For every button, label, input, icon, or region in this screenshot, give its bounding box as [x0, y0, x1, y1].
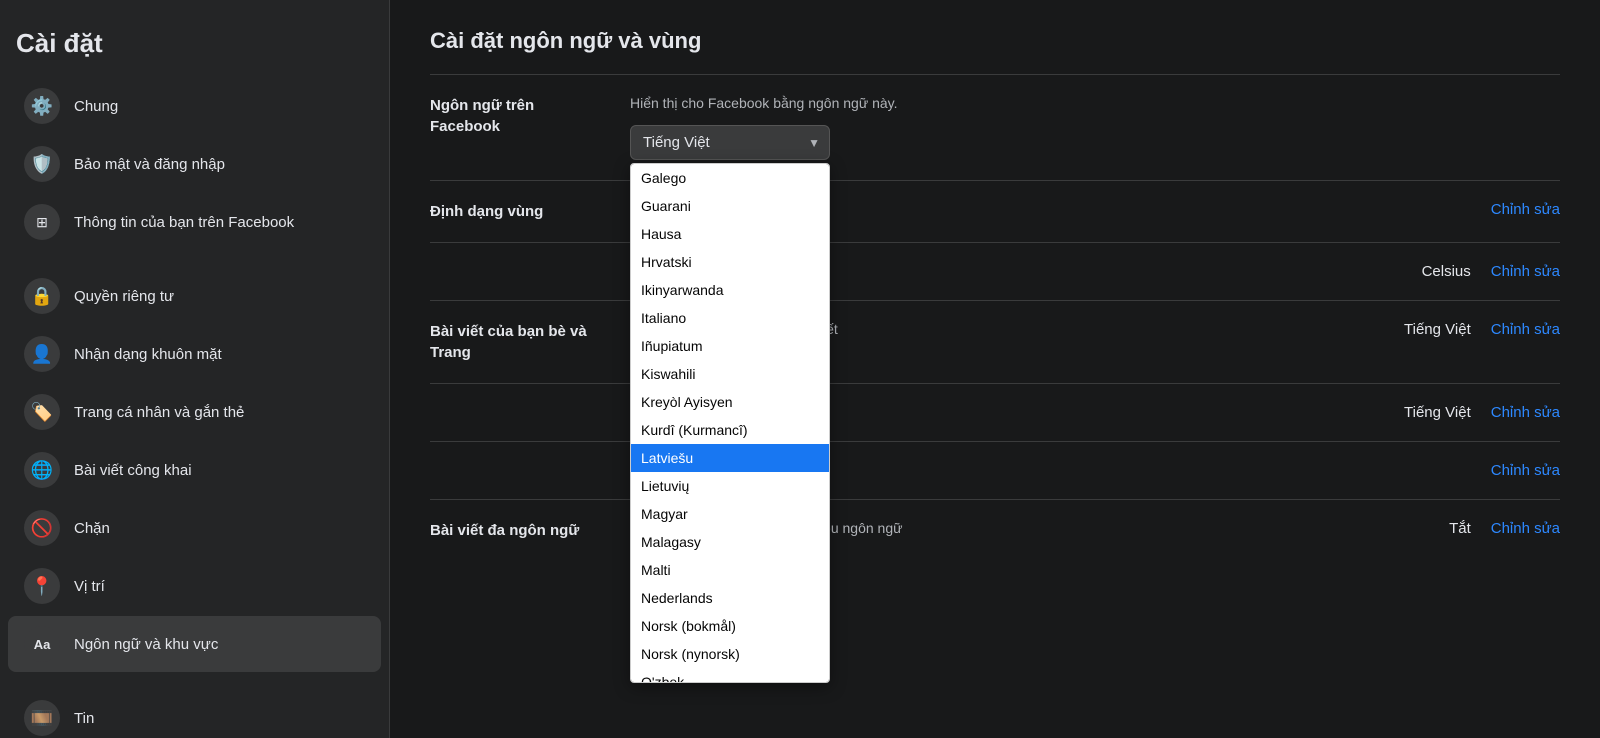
auto-translate-edit-button[interactable]: Chỉnh sửa [1471, 462, 1560, 479]
translation-value: Tiếng Việt [1384, 404, 1471, 421]
language-content: Hiển thị cho Facebook bằng ngôn ngữ này.… [630, 95, 1560, 160]
dropdown-item-malti[interactable]: Malti [631, 556, 829, 584]
friends-posts-label: Bài viết của bạn bè vàTrang [430, 321, 630, 363]
dropdown-item-galego[interactable]: Galego [631, 164, 829, 192]
multilang-row: Bài viết đa ngôn ngữ có thể đăng trạng t… [430, 500, 1560, 561]
dropdown-item-norsk-bokmal[interactable]: Norsk (bokmål) [631, 612, 829, 640]
story-icon: 🎞️ [24, 700, 60, 736]
language-row: Ngôn ngữ trênFacebook Hiển thị cho Faceb… [430, 75, 1560, 181]
location-icon: 📍 [24, 568, 60, 604]
sidebar-item-thong-tin[interactable]: ⊞ Thông tin của bạn trên Facebook [8, 194, 381, 250]
sidebar-item-nhan-dang[interactable]: 👤 Nhận dạng khuôn mặt [8, 326, 381, 382]
sidebar-title: Cài đặt [0, 20, 389, 77]
translation-right: Tiếng Việt Chỉnh sửa [1364, 404, 1560, 421]
sidebar-item-label: Bài viết công khai [74, 462, 192, 479]
sidebar-item-chan[interactable]: 🚫 Chặn [8, 500, 381, 556]
face-icon: 👤 [24, 336, 60, 372]
page-title: Cài đặt ngôn ngữ và vùng [430, 28, 1560, 54]
dropdown-item-malagasy[interactable]: Malagasy [631, 528, 829, 556]
language-dropdown-list: Galego Guarani Hausa Hrvatski Ikinyarwan… [630, 163, 830, 683]
block-icon: 🚫 [24, 510, 60, 546]
sidebar-item-quyen-rieng-tu[interactable]: 🔒 Quyền riêng tư [8, 268, 381, 324]
region-edit-button[interactable]: Chỉnh sửa [1471, 201, 1560, 218]
region-format-row: Định dạng vùng ắa chữ số Chỉnh sửa [430, 181, 1560, 243]
multilang-value: Tắt [1429, 520, 1471, 537]
region-label: Định dạng vùng [430, 201, 630, 222]
dropdown-item-kreyol[interactable]: Kreyòl Ayisyen [631, 388, 829, 416]
globe-icon: 🌐 [24, 452, 60, 488]
auto-translate-row: g muốn hệ thống tự động dịch Chỉnh sửa [430, 442, 1560, 500]
dropdown-item-kurdi[interactable]: Kurdî (Kurmancî) [631, 416, 829, 444]
dropdown-item-uzbek[interactable]: O'zbek [631, 668, 829, 683]
grid-icon: ⊞ [24, 204, 60, 240]
sidebar-item-label: Quyền riêng tư [74, 288, 174, 305]
sidebar-item-label: Bảo mật và đăng nhập [74, 156, 225, 173]
language-dropdown-container: Tiếng Việt ▼ Galego Guarani Hausa Hrvats… [630, 125, 830, 160]
temp-right: Celsius Chỉnh sửa [1382, 263, 1560, 280]
multilang-edit-button[interactable]: Chỉnh sửa [1471, 520, 1560, 537]
temp-edit-button[interactable]: Chỉnh sửa [1471, 263, 1560, 280]
friends-posts-row: Bài viết của bạn bè vàTrang ốn nhận bản … [430, 301, 1560, 384]
dropdown-item-norsk-nynorsk[interactable]: Norsk (nynorsk) [631, 640, 829, 668]
dropdown-item-ikinyarwanda[interactable]: Ikinyarwanda [631, 276, 829, 304]
dropdown-item-magyar[interactable]: Magyar [631, 500, 829, 528]
dropdown-item-italiano[interactable]: Italiano [631, 304, 829, 332]
sidebar-item-label: Ngôn ngữ và khu vực [74, 636, 218, 653]
temp-row: Celsius Chỉnh sửa [430, 243, 1560, 301]
tag-icon: 🏷️ [24, 394, 60, 430]
sidebar-item-label: Nhận dạng khuôn mặt [74, 346, 222, 363]
lock-icon: 🔒 [24, 278, 60, 314]
sidebar-item-tin[interactable]: 🎞️ Tin [8, 690, 381, 738]
multilang-label: Bài viết đa ngôn ngữ [430, 520, 630, 541]
region-right: Chỉnh sửa [1471, 201, 1560, 218]
language-description: Hiển thị cho Facebook bằng ngôn ngữ này. [630, 95, 1560, 111]
dropdown-item-kiswahili[interactable]: Kiswahili [631, 360, 829, 388]
sidebar-item-label: Tin [74, 710, 94, 727]
dropdown-item-hrvatski[interactable]: Hrvatski [631, 248, 829, 276]
sidebar-item-trang-ca-nhan[interactable]: 🏷️ Trang cá nhân và gắn thẻ [8, 384, 381, 440]
shield-icon: 🛡️ [24, 146, 60, 182]
language-label: Ngôn ngữ trênFacebook [430, 95, 630, 137]
auto-translate-right: Chỉnh sửa [1471, 462, 1560, 479]
dropdown-item-hausa[interactable]: Hausa [631, 220, 829, 248]
sidebar-item-label: Chặn [74, 520, 110, 537]
sidebar-item-label: Chung [74, 98, 118, 115]
language-dropdown-list-wrapper: Galego Guarani Hausa Hrvatski Ikinyarwan… [630, 163, 830, 683]
friends-posts-edit-button[interactable]: Chỉnh sửa [1471, 321, 1560, 338]
translation-row: g muốn nhận bản dịch Tiếng Việt Chỉnh sử… [430, 384, 1560, 442]
sidebar-item-ngon-ngu[interactable]: Aa Ngôn ngữ và khu vực [8, 616, 381, 672]
sidebar-item-label: Vị trí [74, 578, 105, 595]
temp-value: Celsius [1402, 263, 1471, 280]
sidebar-item-chung[interactable]: ⚙️ Chung [8, 78, 381, 134]
dropdown-item-latviesu[interactable]: Latviešu [631, 444, 829, 472]
sidebar-item-bao-mat[interactable]: 🛡️ Bảo mật và đăng nhập [8, 136, 381, 192]
main-content: Cài đặt ngôn ngữ và vùng Ngôn ngữ trênFa… [390, 0, 1600, 738]
language-select[interactable]: Tiếng Việt [630, 125, 830, 160]
dropdown-item-nederlands[interactable]: Nederlands [631, 584, 829, 612]
translation-edit-button[interactable]: Chỉnh sửa [1471, 404, 1560, 421]
dropdown-item-lietuviu[interactable]: Lietuvių [631, 472, 829, 500]
sidebar: Cài đặt ⚙️ Chung 🛡️ Bảo mật và đăng nhập… [0, 0, 390, 738]
gear-icon: ⚙️ [24, 88, 60, 124]
sidebar-item-bai-viet[interactable]: 🌐 Bài viết công khai [8, 442, 381, 498]
dropdown-item-inupiatum[interactable]: Iñupiatum [631, 332, 829, 360]
dropdown-item-guarani[interactable]: Guarani [631, 192, 829, 220]
sidebar-item-label: Thông tin của bạn trên Facebook [74, 214, 294, 231]
multilang-right: Tắt Chỉnh sửa [1409, 520, 1560, 537]
sidebar-item-label: Trang cá nhân và gắn thẻ [74, 404, 244, 421]
friends-posts-value: Tiếng Việt [1384, 321, 1471, 338]
sidebar-item-vi-tri[interactable]: 📍 Vị trí [8, 558, 381, 614]
friends-posts-right: Tiếng Việt Chỉnh sửa [1364, 321, 1560, 338]
language-icon: Aa [24, 626, 60, 662]
